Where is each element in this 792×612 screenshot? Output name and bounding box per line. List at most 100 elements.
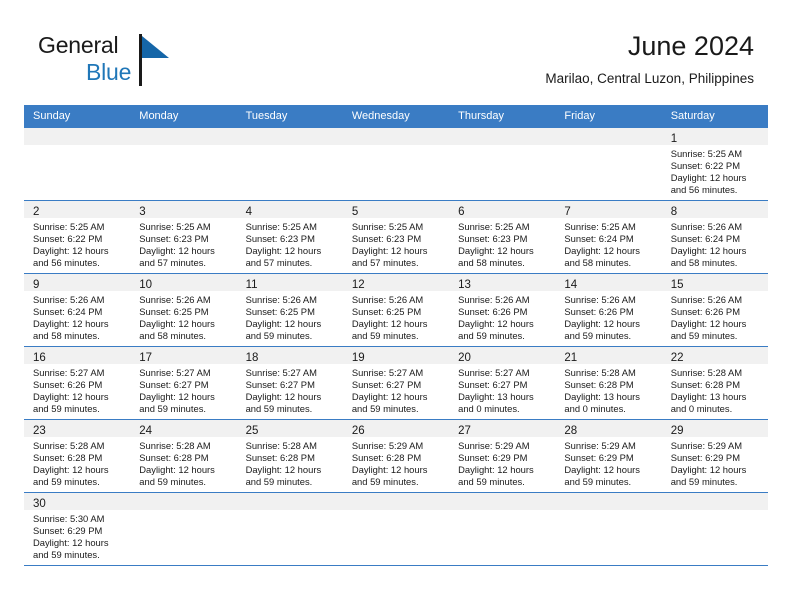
calendar-day-cell[interactable]: 8 Sunrise: 5:26 AM Sunset: 6:24 PM Daylight… [661,200,768,274]
day-cell-inner: 6 Sunrise: 5:25 AM Sunset: 6:23 PM Daylight… [449,201,556,273]
day-details: Sunrise: 5:25 AM Sunset: 6:23 PM Daylight:… [449,218,555,269]
day-number: 23 [33,425,46,437]
day-cell-inner: 13 Sunrise: 5:26 AM Sunset: 6:26 PM Dayligh… [449,274,556,346]
day-details: Sunrise: 5:26 AM Sunset: 6:25 PM Daylight:… [343,291,449,342]
calendar-day-cell[interactable]: 12 Sunrise: 5:26 AM Sunset: 6:25 PM Dayligh… [342,273,450,347]
daylight-text: Daylight: 12 hours and 59 minutes. [33,537,109,561]
sunset-text: Sunset: 6:28 PM [670,379,740,391]
day-number-band: 20 [449,347,556,364]
sunset-text: Sunset: 6:29 PM [564,452,634,464]
calendar-day-cell[interactable]: 7 Sunrise: 5:25 AM Sunset: 6:24 PM Daylight… [555,200,662,274]
calendar-day-cell[interactable]: 9 Sunrise: 5:26 AM Sunset: 6:24 PM Daylight… [24,273,131,347]
calendar-day-cell[interactable]: 26 Sunrise: 5:29 AM Sunset: 6:28 PM Dayligh… [342,419,450,493]
day-cell-inner [342,128,450,200]
day-number-band: 23 [24,420,131,437]
calendar-day-cell[interactable]: 22 Sunrise: 5:28 AM Sunset: 6:28 PM Dayligh… [661,346,768,420]
daylight-text: Daylight: 12 hours and 59 minutes. [351,464,428,488]
day-number: 27 [458,425,471,437]
day-cell-inner: 22 Sunrise: 5:28 AM Sunset: 6:28 PM Dayligh… [661,347,768,419]
calendar-day-cell[interactable]: 2 Sunrise: 5:25 AM Sunset: 6:22 PM Daylight… [24,200,131,274]
calendar-day-cell-empty [555,492,662,566]
day-details: Sunrise: 5:25 AM Sunset: 6:23 PM Daylight:… [343,218,449,269]
calendar-day-cell[interactable]: 15 Sunrise: 5:26 AM Sunset: 6:26 PM Dayligh… [661,273,768,347]
day-details: Sunrise: 5:25 AM Sunset: 6:23 PM Daylight:… [130,218,236,269]
day-cell-inner [449,128,556,200]
day-cell-inner: 28 Sunrise: 5:29 AM Sunset: 6:29 PM Dayligh… [555,420,662,492]
daylight-text: Daylight: 13 hours and 0 minutes. [670,391,747,415]
calendar-day-cell[interactable]: 28 Sunrise: 5:29 AM Sunset: 6:29 PM Dayligh… [555,419,662,493]
sunset-text: Sunset: 6:27 PM [458,379,528,391]
sunrise-text: Sunrise: 5:25 AM [351,221,424,232]
day-cell-inner: 26 Sunrise: 5:29 AM Sunset: 6:28 PM Dayligh… [342,420,450,492]
day-cell-inner: 5 Sunrise: 5:25 AM Sunset: 6:23 PM Daylight… [342,201,450,273]
calendar-day-cell[interactable]: 23 Sunrise: 5:28 AM Sunset: 6:28 PM Dayligh… [24,419,131,493]
sunrise-text: Sunrise: 5:27 AM [351,367,424,378]
day-number: 3 [139,206,146,218]
day-number-band [342,493,450,510]
calendar-day-cell-empty [555,128,662,201]
day-number-band: 29 [661,420,768,437]
calendar-day-cell[interactable]: 4 Sunrise: 5:25 AM Sunset: 6:23 PM Daylight… [236,200,343,274]
sunset-text: Sunset: 6:29 PM [33,525,103,537]
calendar-day-cell[interactable]: 18 Sunrise: 5:27 AM Sunset: 6:27 PM Dayligh… [236,346,343,420]
calendar-day-cell[interactable]: 30 Sunrise: 5:30 AM Sunset: 6:29 PM Dayligh… [24,492,131,566]
calendar-day-cell[interactable]: 11 Sunrise: 5:26 AM Sunset: 6:25 PM Dayligh… [236,273,343,347]
day-cell-inner: 30 Sunrise: 5:30 AM Sunset: 6:29 PM Dayligh… [24,493,131,565]
calendar-day-cell[interactable]: 25 Sunrise: 5:28 AM Sunset: 6:28 PM Dayligh… [236,419,343,493]
sunrise-text: Sunrise: 5:27 AM [33,367,105,378]
calendar-day-cell[interactable]: 24 Sunrise: 5:28 AM Sunset: 6:28 PM Dayligh… [130,419,237,493]
calendar-day-cell[interactable]: 6 Sunrise: 5:25 AM Sunset: 6:23 PM Daylight… [449,200,556,274]
brand-logo[interactable]: General Blue [38,34,238,92]
calendar-day-cell[interactable]: 5 Sunrise: 5:25 AM Sunset: 6:23 PM Daylight… [342,200,450,274]
day-cell-inner [661,493,768,565]
sunrise-text: Sunrise: 5:26 AM [139,294,211,305]
calendar-day-cell[interactable]: 29 Sunrise: 5:29 AM Sunset: 6:29 PM Dayligh… [661,419,768,493]
daylight-text: Daylight: 12 hours and 59 minutes. [245,318,322,342]
calendar-day-cell[interactable]: 13 Sunrise: 5:26 AM Sunset: 6:26 PM Dayligh… [449,273,556,347]
sunset-text: Sunset: 6:28 PM [564,379,634,391]
daylight-text: Daylight: 12 hours and 57 minutes. [351,245,428,269]
calendar-day-cell-empty [661,492,768,566]
calendar-day-cell-empty [342,492,450,566]
calendar-day-cell[interactable]: 1 Sunrise: 5:25 AM Sunset: 6:22 PM Daylight… [661,128,768,201]
day-details: Sunrise: 5:25 AM Sunset: 6:24 PM Daylight:… [555,218,661,269]
calendar-day-cell[interactable]: 3 Sunrise: 5:25 AM Sunset: 6:23 PM Daylight… [130,200,237,274]
daylight-text: Daylight: 12 hours and 58 minutes. [139,318,215,342]
day-number: 2 [33,206,40,218]
sunrise-text: Sunrise: 5:26 AM [670,294,743,305]
day-number: 12 [351,279,365,291]
day-details: Sunrise: 5:26 AM Sunset: 6:25 PM Daylight:… [130,291,236,342]
daylight-text: Daylight: 12 hours and 59 minutes. [245,391,322,415]
daylight-text: Daylight: 12 hours and 59 minutes. [245,464,322,488]
day-number: 11 [245,279,258,291]
sunset-text: Sunset: 6:27 PM [139,379,209,391]
day-cell-inner [555,128,662,200]
calendar-day-cell[interactable]: 10 Sunrise: 5:26 AM Sunset: 6:25 PM Dayligh… [130,273,237,347]
daylight-text: Daylight: 12 hours and 59 minutes. [670,318,747,342]
sunrise-text: Sunrise: 5:27 AM [458,367,530,378]
day-number-band: 14 [555,274,662,291]
day-cell-inner: 15 Sunrise: 5:26 AM Sunset: 6:26 PM Dayligh… [661,274,768,346]
day-number: 30 [33,498,46,510]
calendar-day-cell[interactable]: 17 Sunrise: 5:27 AM Sunset: 6:27 PM Dayligh… [130,346,237,420]
calendar-day-cell[interactable]: 27 Sunrise: 5:29 AM Sunset: 6:29 PM Dayligh… [449,419,556,493]
calendar-day-cell[interactable]: 20 Sunrise: 5:27 AM Sunset: 6:27 PM Dayligh… [449,346,556,420]
day-cell-inner: 23 Sunrise: 5:28 AM Sunset: 6:28 PM Dayligh… [24,420,131,492]
sunset-text: Sunset: 6:27 PM [245,379,315,391]
day-cell-inner: 17 Sunrise: 5:27 AM Sunset: 6:27 PM Dayligh… [130,347,237,419]
day-cell-inner [236,493,343,565]
day-cell-inner: 3 Sunrise: 5:25 AM Sunset: 6:23 PM Daylight… [130,201,237,273]
calendar-day-cell[interactable]: 21 Sunrise: 5:28 AM Sunset: 6:28 PM Dayligh… [555,346,662,420]
calendar-day-cell[interactable]: 19 Sunrise: 5:27 AM Sunset: 6:27 PM Dayligh… [342,346,450,420]
day-details: Sunrise: 5:28 AM Sunset: 6:28 PM Daylight:… [24,437,130,488]
calendar-day-cell-empty [236,128,343,201]
calendar-header-row: Sunday Monday Tuesday Wednesday Thursday… [24,105,768,128]
sunrise-text: Sunrise: 5:29 AM [458,440,530,451]
day-number-band: 25 [236,420,343,437]
day-details: Sunrise: 5:26 AM Sunset: 6:24 PM Daylight:… [662,218,768,269]
sunset-text: Sunset: 6:28 PM [139,452,209,464]
day-number-band [555,493,662,510]
sunset-text: Sunset: 6:25 PM [139,306,209,318]
calendar-day-cell[interactable]: 14 Sunrise: 5:26 AM Sunset: 6:26 PM Dayligh… [555,273,662,347]
calendar-day-cell[interactable]: 16 Sunrise: 5:27 AM Sunset: 6:26 PM Dayligh… [24,346,131,420]
